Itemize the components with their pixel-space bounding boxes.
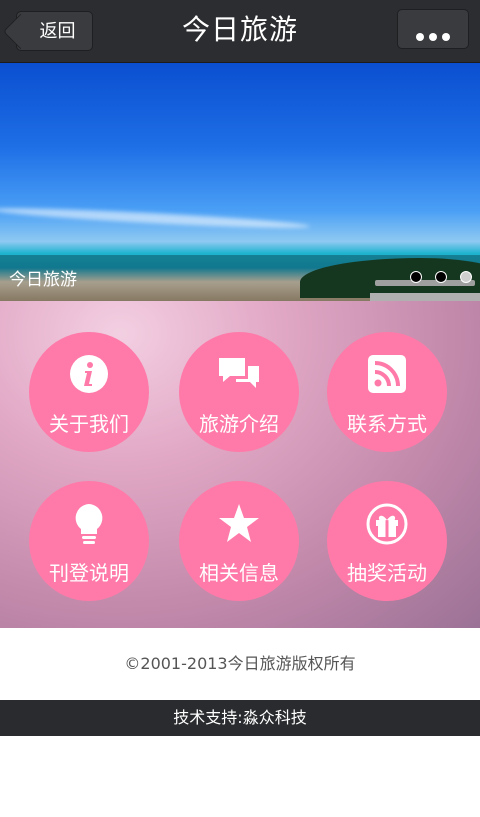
menu-grid: 关于我们 旅游介绍 联系方式 刊登说明 相关信息 抽奖活动 (0, 301, 480, 628)
carousel-dot-active[interactable] (460, 271, 472, 283)
menu-item-label: 相关信息 (199, 561, 279, 585)
menu-item-travel-intro[interactable]: 旅游介绍 (179, 332, 299, 452)
more-icon (416, 26, 455, 45)
menu-item-about-us[interactable]: 关于我们 (29, 332, 149, 452)
menu-item-label: 旅游介绍 (199, 412, 279, 436)
more-options-button[interactable] (397, 9, 469, 49)
banner-caption: 今日旅游 (9, 270, 77, 290)
menu-item-publish-info[interactable]: 刊登说明 (29, 481, 149, 601)
carousel-dot[interactable] (409, 271, 422, 283)
top-bar: 返回 今日旅游 (0, 0, 480, 63)
carousel-indicators (402, 268, 472, 287)
copyright-text: ©2001-2013今日旅游版权所有 (0, 628, 480, 700)
tech-support-bar: 技术支持:淼众科技 (0, 700, 480, 736)
banner-cloud (0, 204, 311, 232)
menu-item-lottery[interactable]: 抽奖活动 (327, 481, 447, 601)
carousel-dot[interactable] (434, 271, 447, 283)
rss-icon (327, 354, 447, 394)
menu-item-contact[interactable]: 联系方式 (327, 332, 447, 452)
gift-icon (327, 503, 447, 545)
menu-item-label: 联系方式 (347, 412, 427, 436)
lightbulb-icon (29, 503, 149, 544)
star-icon (179, 503, 299, 543)
info-icon (29, 354, 149, 394)
banner-carousel[interactable]: 今日旅游 (0, 63, 480, 301)
menu-item-label: 关于我们 (49, 412, 129, 436)
menu-item-related-info[interactable]: 相关信息 (179, 481, 299, 601)
chat-bubbles-icon (179, 354, 299, 394)
menu-item-label: 抽奖活动 (347, 561, 427, 585)
menu-item-label: 刊登说明 (49, 561, 129, 585)
